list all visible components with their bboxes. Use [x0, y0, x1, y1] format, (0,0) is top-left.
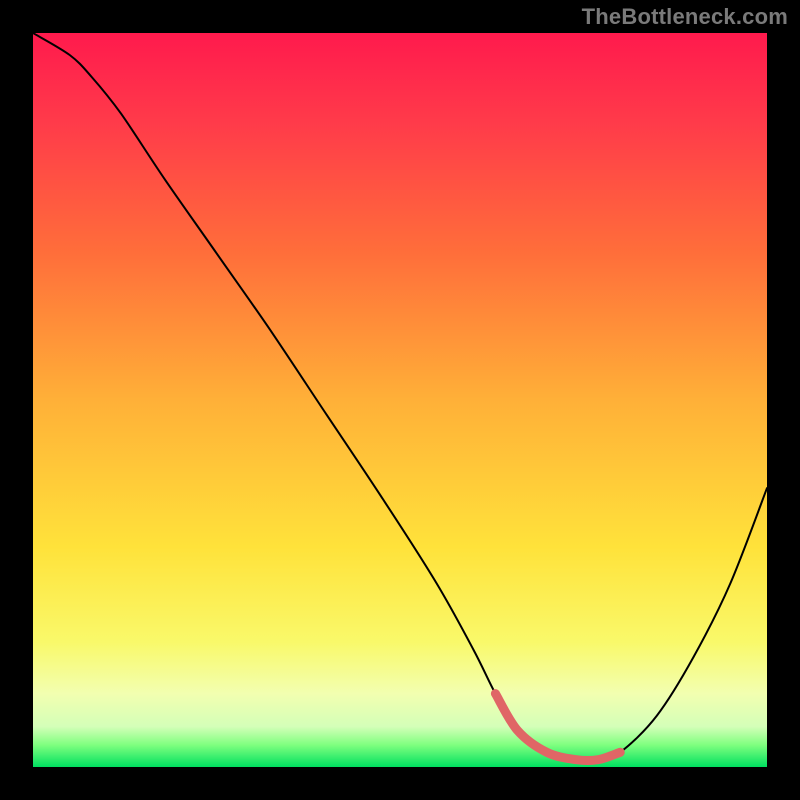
- gradient-background: [33, 33, 767, 767]
- plot-area: [33, 33, 767, 767]
- chart-svg: [33, 33, 767, 767]
- chart-container: TheBottleneck.com: [0, 0, 800, 800]
- watermark-text: TheBottleneck.com: [582, 4, 788, 30]
